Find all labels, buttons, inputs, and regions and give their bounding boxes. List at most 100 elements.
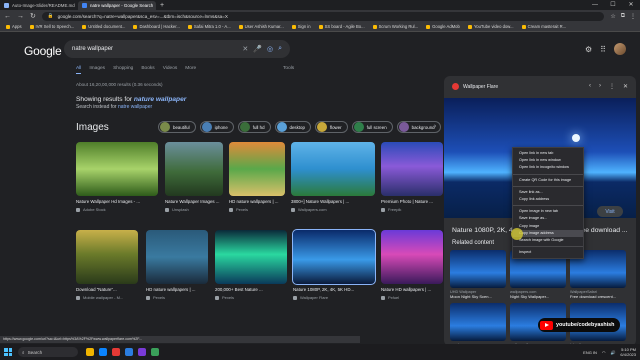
bookmark-item[interactable]: Cream masterait R... [521,24,566,29]
image-result[interactable]: HD nature wallpapers | ... Pexels [229,142,285,212]
tab-more[interactable]: More [185,66,196,74]
result-title[interactable]: Nature Wallpaper Hd Images - ... [76,199,158,204]
chip-iphone[interactable]: iphone [199,121,234,133]
context-menu-item[interactable]: Copy image [513,223,583,230]
taskbar-search[interactable]: ⌕ Search [18,347,78,357]
context-menu-item[interactable]: Open link in new window [513,157,583,164]
related-title[interactable]: Free download crescent... [570,294,626,299]
maximize-icon[interactable]: ☐ [604,0,622,10]
lens-icon[interactable]: ◎ [267,45,273,53]
related-title[interactable]: Night Sky Wallpaper... [510,294,566,299]
result-thumbnail[interactable] [165,142,223,196]
minimize-icon[interactable]: — [586,0,604,10]
result-title[interactable]: Nature HD wallpapers | ... [381,287,443,292]
image-result[interactable]: Premium Photo | Nature ... Freepik [381,142,443,212]
volume-icon[interactable]: 🔊 [610,350,615,355]
forward-icon[interactable]: → [17,13,24,20]
related-item[interactable]: UHD Wallpaper Moon Night Sky Scen... [450,250,506,299]
image-result[interactable]: Nature Wallpaper Images ... Unsplash [165,142,223,212]
result-thumbnail[interactable] [381,142,443,196]
chip-desktop[interactable]: desktop [274,121,311,133]
app-icon[interactable] [151,348,159,356]
context-menu-item[interactable]: Create QR Code for this image [513,177,583,184]
bookmark-item[interactable]: Safai Mitra 1.0 - A... [187,24,231,29]
tab-images[interactable]: Images [89,66,105,74]
result-thumbnail[interactable] [215,230,287,284]
result-title[interactable]: Premium Photo | Nature ... [381,199,443,204]
context-menu-item[interactable]: Copy image address [513,229,583,237]
reload-icon[interactable]: ↻ [30,12,36,20]
result-thumbnail[interactable] [381,230,443,284]
image-result[interactable]: Download "Nature"... Mobile wallpaper - M… [76,230,138,300]
bookmark-item[interactable]: IVR Sell to Speech... [29,24,74,29]
chip-full-hd[interactable]: full hd [237,121,271,133]
context-menu-item[interactable]: Copy link address [513,196,583,203]
new-tab-button[interactable]: + [156,1,168,10]
result-thumbnail[interactable] [76,142,158,196]
context-menu-item[interactable]: Open image in new tab [513,208,583,215]
chevron-left-icon[interactable]: ‹ [589,83,591,90]
mic-icon[interactable]: 🎤 [253,45,262,53]
chevron-right-icon[interactable]: › [599,83,601,90]
related-thumbnail[interactable] [450,303,506,341]
menu-icon[interactable]: ⋮ [630,13,636,20]
result-thumbnail[interactable] [291,142,375,196]
language-indicator[interactable]: ENG IN [583,350,597,355]
visit-button[interactable]: Visit [597,206,623,217]
bookmark-item[interactable]: SS board - Agile Bo... [318,24,365,29]
tab-all[interactable]: All [76,66,82,74]
context-menu-item[interactable]: Open link in incognito window [513,164,583,171]
search-input[interactable]: natre wallpaper [72,46,237,52]
chip-flower[interactable]: flower [314,121,348,133]
windows-start-icon[interactable] [4,348,12,356]
context-menu-item[interactable]: Save image as... [513,215,583,222]
bookmark-item[interactable]: YouTube video dow... [467,24,514,29]
context-menu-item[interactable]: Open link in new tab [513,150,583,157]
search-box[interactable]: natre wallpaper ✕ 🎤 ◎ ⌕ [64,40,290,58]
browser-tab[interactable]: Auto-Image-Slider/README.md× [0,1,78,10]
image-result[interactable]: HD nature wallpapers | ... Pexels [146,230,208,300]
bookmark-item[interactable]: Sign in [291,24,311,29]
app-icon[interactable] [138,348,146,356]
tab-videos[interactable]: Videos [163,66,178,74]
context-menu-item[interactable]: Inspect [513,249,583,256]
result-thumbnail[interactable] [229,142,285,196]
image-result[interactable]: 200,000+ Best Nature ... Pexels [215,230,287,300]
tab-shopping[interactable]: Shopping [113,66,133,74]
bookmark-item[interactable]: Dashboard | Hacker... [133,24,180,29]
bookmark-item[interactable]: Google AdMob [426,24,460,29]
google-logo[interactable]: Google [24,44,62,58]
close-icon[interactable]: ✕ [623,83,628,90]
clear-icon[interactable]: ✕ [242,45,248,53]
more-icon[interactable]: ⋮ [609,83,615,90]
bookmark-item[interactable]: User Ashish Kumar... [238,24,284,29]
tools-button[interactable]: Tools [283,66,294,71]
context-menu-item[interactable]: Save link as... [513,189,583,196]
chip-beautiful[interactable]: beautiful [158,121,196,133]
back-icon[interactable]: ← [4,13,11,20]
result-thumbnail[interactable] [146,230,208,284]
chrome-icon[interactable] [112,348,120,356]
avatar[interactable] [614,43,626,55]
original-query-link[interactable]: natre wallpaper [118,104,152,110]
image-result[interactable]: Nature 1080P, 2K, 4K, 5K HD... Wallpaper … [292,229,376,300]
settings-icon[interactable]: ⚙ [585,45,592,54]
close-window-icon[interactable]: ✕ [622,0,640,10]
image-result[interactable]: 3800+] Nature Wallpapers | ... Wallpapers… [291,142,375,212]
related-title[interactable]: Moon Night Sky Scen... [450,294,506,299]
chevron-right-icon[interactable]: › [434,123,436,130]
context-menu-item[interactable]: Search image with Google [513,237,583,244]
related-thumbnail[interactable] [450,250,506,288]
vscode-icon[interactable] [125,348,133,356]
image-result[interactable]: Nature HD wallpapers | ... Pxfuel [381,230,443,300]
search-icon[interactable]: ⌕ [278,45,282,53]
wifi-icon[interactable]: ◠ [602,350,606,355]
image-result[interactable]: Nature Wallpaper Hd Images - ... Adobe St… [76,142,158,212]
result-title[interactable]: 200,000+ Best Nature ... [215,287,287,292]
star-icon[interactable]: ☆ [610,13,615,20]
bookmark-item[interactable]: Apps [6,24,22,29]
corrected-query-link[interactable]: nature wallpaper [134,96,186,103]
result-title[interactable]: 3800+] Nature Wallpapers | ... [291,199,375,204]
panel-site-name[interactable]: Wallpaper Flare [463,84,498,90]
result-title[interactable]: Nature Wallpaper Images ... [165,199,223,204]
